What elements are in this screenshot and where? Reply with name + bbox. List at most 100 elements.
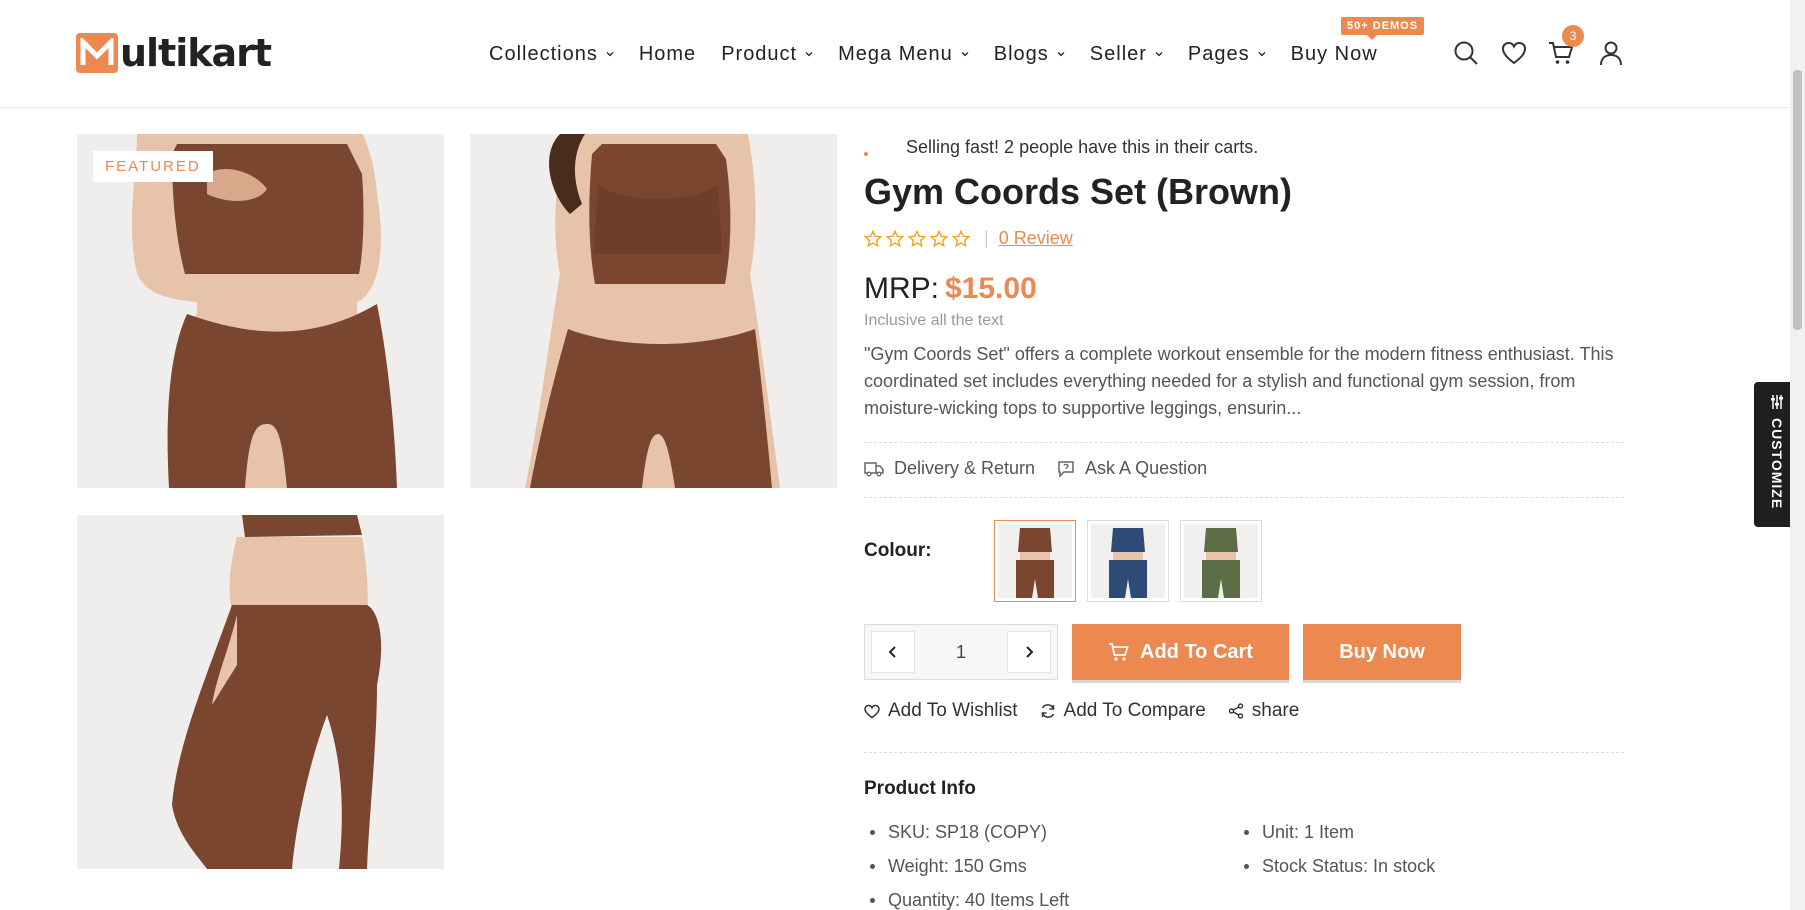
chevron-down-icon <box>606 52 614 57</box>
price-label: MRP: <box>864 272 939 305</box>
delivery-return-link[interactable]: Delivery & Return <box>864 458 1035 479</box>
product-info-title: Product Info <box>864 778 976 799</box>
product-image-front[interactable] <box>77 134 444 488</box>
buy-now-label: Buy Now <box>1339 640 1425 663</box>
swatch-photo <box>1109 528 1147 598</box>
product-photo <box>77 134 444 488</box>
colour-swatch-blue[interactable] <box>1087 520 1169 602</box>
chevron-down-icon <box>1155 52 1163 57</box>
info-unit: Unit: 1 Item <box>1240 815 1435 849</box>
divider <box>864 752 1624 753</box>
nav-label: Product <box>721 42 798 65</box>
nav-label: Buy Now <box>1290 42 1378 65</box>
heart-icon[interactable] <box>1501 40 1527 66</box>
divider <box>864 497 1624 498</box>
product-description: "Gym Coords Set" offers a complete worko… <box>864 344 1614 418</box>
product-image-front-2[interactable] <box>470 134 837 488</box>
price-amount: $15.00 <box>945 272 1037 305</box>
nav-label: Collections <box>489 42 598 65</box>
rating-row: | 0 Review <box>864 228 1073 249</box>
chevron-down-icon <box>961 52 969 57</box>
info-quantity: Quantity: 40 Items Left <box>866 883 1069 910</box>
logo-m-icon <box>76 33 118 73</box>
add-to-wishlist-link[interactable]: Add To Wishlist <box>864 700 1018 722</box>
featured-badge: FEATURED <box>93 151 213 182</box>
nav-product[interactable]: Product <box>721 43 813 66</box>
nav-label: Pages <box>1187 42 1250 65</box>
swatch-photo <box>1016 528 1054 598</box>
compare-label: Add To Compare <box>1063 700 1206 721</box>
heart-icon <box>864 704 880 718</box>
nav-label: Blogs <box>993 42 1049 65</box>
search-icon[interactable] <box>1453 40 1479 66</box>
selling-fast-text: Selling fast! 2 people have this in thei… <box>906 137 1259 157</box>
chevron-right-icon <box>1026 646 1034 658</box>
rating-divider: | <box>984 228 989 248</box>
logo-text: ultikart <box>120 31 272 75</box>
nav-mega-menu[interactable]: Mega Menu <box>838 43 969 66</box>
quantity-input[interactable]: 1 <box>956 642 966 663</box>
divider <box>864 442 1624 443</box>
cart-icon <box>1109 643 1129 661</box>
nav-home[interactable]: Home <box>639 43 696 66</box>
site-header: ultikart Collections Home Product Mega M… <box>0 0 1790 108</box>
chevron-down-icon <box>1057 52 1065 57</box>
refresh-icon <box>1041 704 1054 718</box>
product-photo <box>470 134 837 488</box>
qty-decrease-button[interactable] <box>871 631 915 673</box>
selling-fast-note: Selling fast! 2 people have this in thei… <box>864 137 1258 158</box>
product-actions: Add To Wishlist Add To Compare share <box>864 700 1321 722</box>
ask-question-link[interactable]: Ask A Question <box>1057 458 1207 479</box>
user-icon[interactable] <box>1598 40 1624 66</box>
price-row: MRP: $15.00 <box>864 272 1037 306</box>
info-links: Delivery & Return Ask A Question <box>864 458 1229 479</box>
product-photo <box>77 515 444 869</box>
demos-badge: 50+ DEMOS <box>1341 17 1425 40</box>
main-nav: Collections Home Product Mega Menu Blogs… <box>489 0 1403 108</box>
brand-logo[interactable]: ultikart <box>76 31 272 75</box>
share-icon <box>1228 703 1243 719</box>
product-info-list-right: Unit: 1 Item Stock Status: In stock <box>1240 815 1435 883</box>
star-icon <box>864 229 882 247</box>
share-link[interactable]: share <box>1228 700 1300 722</box>
sliders-icon <box>1771 395 1783 409</box>
nav-label: Home <box>638 42 697 65</box>
tax-note: Inclusive all the text <box>864 312 1004 329</box>
nav-collections[interactable]: Collections <box>489 43 614 66</box>
nav-label: Mega Menu <box>838 42 953 65</box>
star-icon <box>930 229 948 247</box>
add-to-compare-link[interactable]: Add To Compare <box>1040 700 1206 722</box>
nav-blogs[interactable]: Blogs <box>994 43 1065 66</box>
info-weight: Weight: 150 Gms <box>866 849 1069 883</box>
colour-swatch-brown[interactable] <box>994 520 1076 602</box>
question-icon <box>1058 460 1074 478</box>
review-link[interactable]: 0 Review <box>999 228 1073 249</box>
info-stock-status: Stock Status: In stock <box>1240 849 1435 883</box>
chevron-down-icon <box>805 52 813 57</box>
cart-count-badge: 3 <box>1562 25 1584 47</box>
nav-pages[interactable]: Pages <box>1188 43 1266 66</box>
nav-label: Seller <box>1089 42 1147 65</box>
wishlist-label: Add To Wishlist <box>888 700 1018 721</box>
nav-seller[interactable]: Seller <box>1090 43 1163 66</box>
customize-label: CUSTOMIZE <box>1769 418 1785 510</box>
chevron-left-icon <box>888 646 896 658</box>
truck-icon <box>864 461 884 476</box>
info-sku: SKU: SP18 (COPY) <box>866 815 1069 849</box>
star-icon <box>908 229 926 247</box>
quantity-stepper: 1 <box>864 624 1058 680</box>
scrollbar-thumb[interactable] <box>1793 70 1802 330</box>
add-to-cart-label: Add To Cart <box>1140 640 1253 663</box>
page-scrollbar[interactable] <box>1790 0 1805 910</box>
swatch-photo <box>1202 528 1240 598</box>
chevron-down-icon <box>1258 52 1266 57</box>
share-label: share <box>1251 700 1300 721</box>
colour-label: Colour: <box>864 540 932 561</box>
add-to-cart-button[interactable]: Add To Cart <box>1072 624 1289 680</box>
colour-swatch-green[interactable] <box>1180 520 1262 602</box>
product-image-back[interactable] <box>77 515 444 869</box>
nav-buy-now[interactable]: Buy Now <box>1291 43 1378 66</box>
buy-now-button[interactable]: Buy Now <box>1303 624 1461 680</box>
qty-increase-button[interactable] <box>1006 631 1051 673</box>
star-icon <box>952 229 970 247</box>
